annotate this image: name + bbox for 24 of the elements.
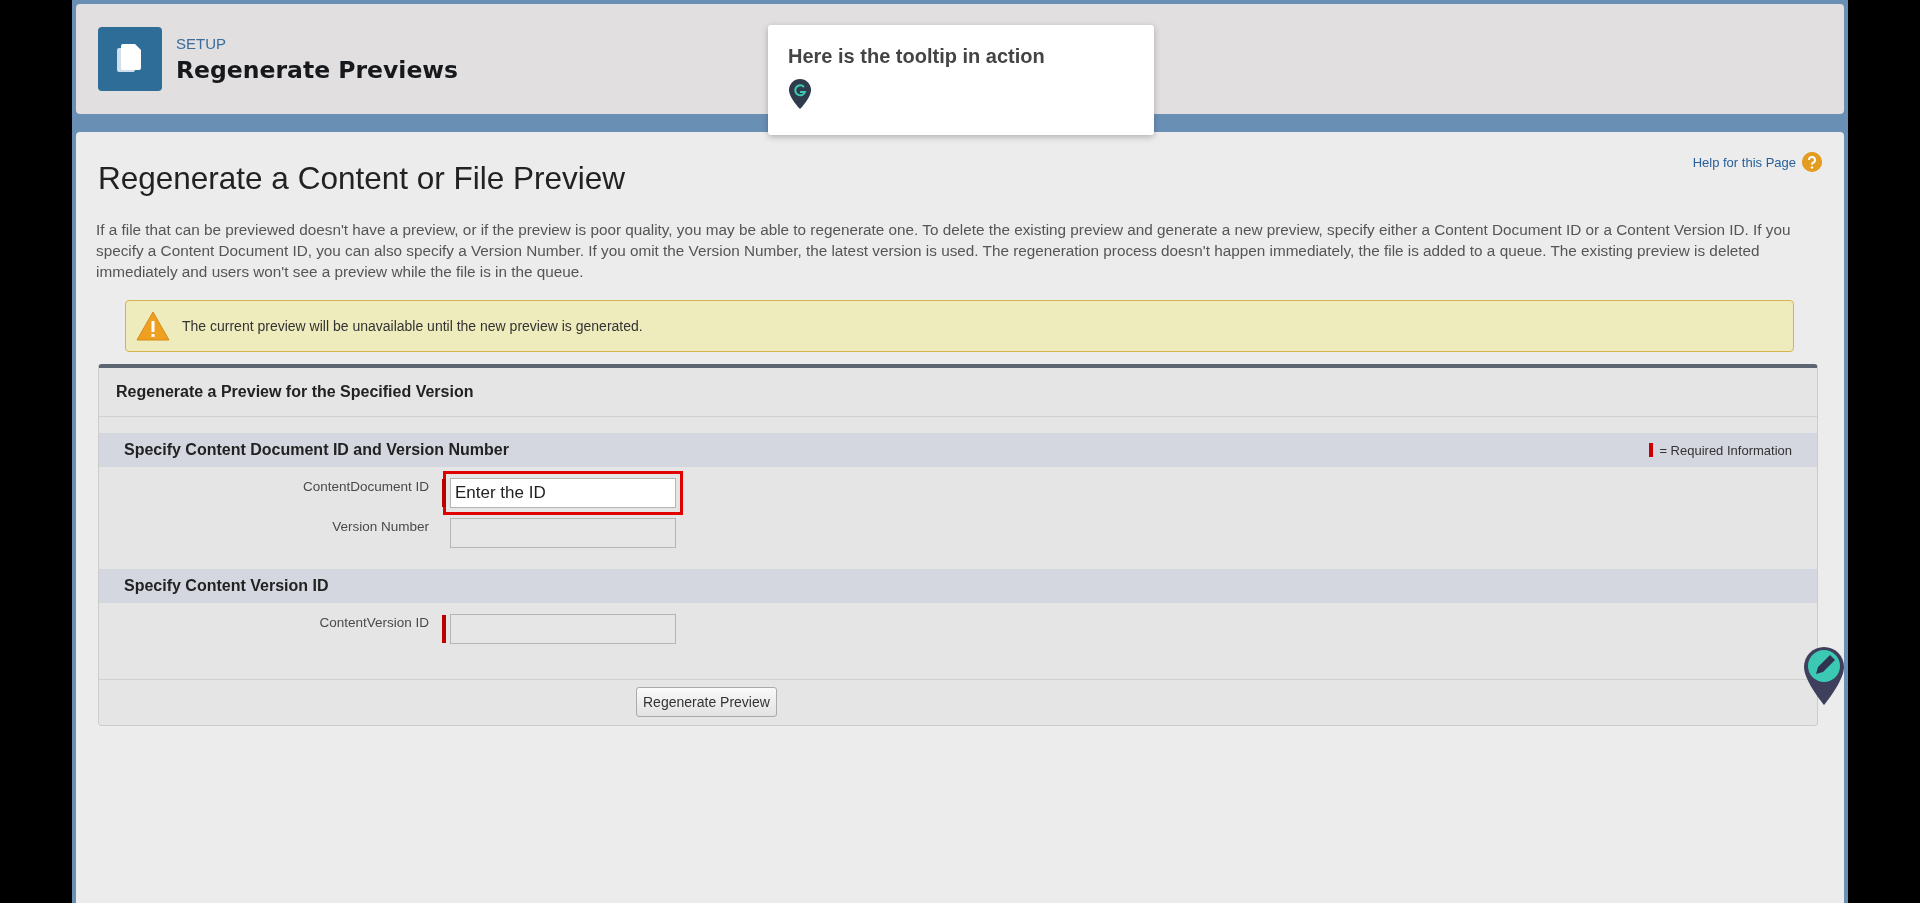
section-title: Specify Content Version ID xyxy=(124,577,329,595)
documents-icon xyxy=(98,27,162,91)
description-text: If a file that can be previewed doesn't have a preview, or if the preview is poor quality, you may be able to regenerate one. To delete the existing preview and generate a new preview, specify either a Content Document ID or a Content Version ID. If you specify a Content Document ID, you can also specify a Version Number. If you omit the Version Number, the latest version is used. The regeneration process doesn't happen immediately, the file is added to a queue. The existing preview is deleted immediately and users won't see a preview while the file is in the queue. xyxy=(96,220,1792,282)
setup-label: SETUP xyxy=(176,34,227,52)
input-field[interactable] xyxy=(450,614,676,644)
field-label: ContentDocument ID xyxy=(301,478,429,494)
warning-text: The current preview will be unavailable until the new preview is generated. xyxy=(182,318,643,334)
section-title: Specify Content Document ID and Version Number xyxy=(124,441,509,459)
input-field[interactable]: Enter the ID xyxy=(450,478,676,508)
help-link[interactable]: Help for this Page xyxy=(1692,154,1796,170)
input-field[interactable] xyxy=(450,518,676,548)
required-marker xyxy=(1649,443,1654,457)
location-pin-icon xyxy=(788,78,812,110)
panel-title: Regenerate a Preview for the Specified Version xyxy=(99,368,1817,417)
required-legend: = Required Information xyxy=(1659,442,1792,458)
regenerate-preview-button[interactable]: Regenerate Preview xyxy=(636,687,777,717)
pencil-pin-icon[interactable] xyxy=(1802,645,1846,707)
tooltip-text: Here is the tooltip in action xyxy=(788,45,1046,68)
help-icon[interactable] xyxy=(1802,152,1822,172)
warning-icon xyxy=(136,311,170,341)
field-label: Version Number xyxy=(331,518,429,534)
page-title: Regenerate a Content or File Preview xyxy=(98,160,626,197)
page-header-title: Regenerate Previews xyxy=(176,55,459,84)
field-label: ContentVersion ID xyxy=(318,614,429,630)
